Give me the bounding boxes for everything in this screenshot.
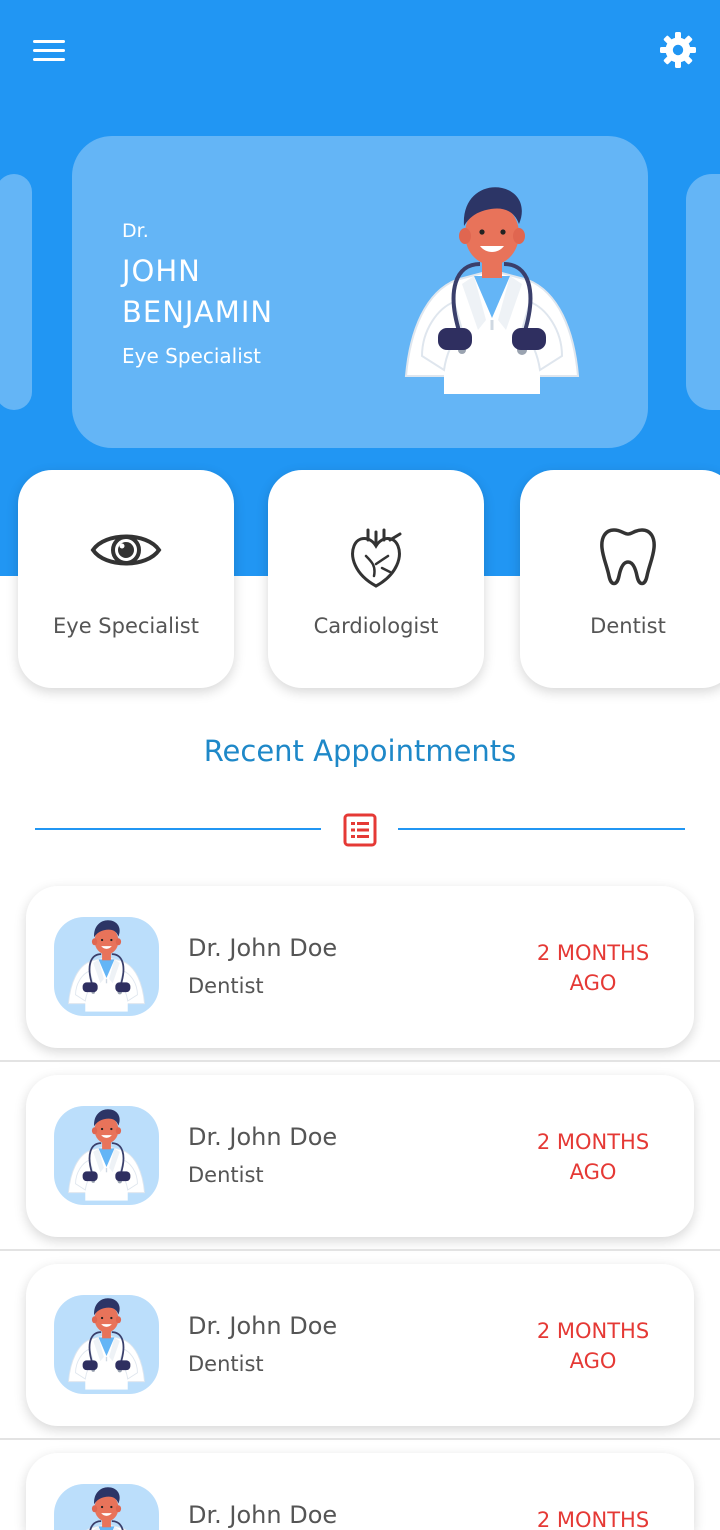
doctor-illustration <box>382 180 602 404</box>
appointment-doctor-name: Dr. John Doe <box>188 1501 338 1529</box>
category-eye-specialist[interactable]: Eye Specialist <box>18 470 234 688</box>
divider-right <box>398 828 685 830</box>
appointment-specialty: Dentist <box>188 1163 264 1187</box>
appointment-time-line1: 2 MONTHS <box>536 1319 650 1343</box>
appointment-time-line1: 2 MONTHS <box>536 941 650 965</box>
carousel-next-card[interactable] <box>686 174 720 410</box>
category-cardiologist[interactable]: Cardiologist <box>268 470 484 688</box>
appointment-time: 2 MONTHS AGO <box>506 1127 680 1187</box>
carousel-previous-card[interactable] <box>0 174 32 410</box>
doctor-avatar <box>54 917 159 1016</box>
list-icon <box>343 813 377 847</box>
doctor-last-name: BENJAMIN <box>122 295 274 329</box>
appointment-doctor-name: Dr. John Doe <box>188 934 338 962</box>
category-dentist[interactable]: Dentist <box>520 470 720 688</box>
appointment-specialty: Dentist <box>188 974 264 998</box>
doctor-first-name: JOHN <box>122 254 201 288</box>
row-separator <box>0 1060 720 1062</box>
recent-appointments-title: Recent Appointments <box>203 734 517 768</box>
doctor-avatar <box>54 1106 159 1205</box>
appointment-time-line2: AGO <box>569 1160 617 1184</box>
appointment-specialty: Dentist <box>188 1352 264 1376</box>
appointment-time-line1: 2 MONTHS <box>536 1130 650 1154</box>
appointment-time-line2: AGO <box>569 1349 617 1373</box>
appointment-time-line1: 2 MONTHS <box>536 1508 650 1530</box>
appointment-time: 2 MONTHS <box>506 1505 680 1530</box>
category-label: Eye Specialist <box>53 614 199 638</box>
category-label: Dentist <box>590 614 666 638</box>
appointment-time-line2: AGO <box>569 971 617 995</box>
heart-icon <box>351 528 402 588</box>
row-separator <box>0 1438 720 1440</box>
gear-icon[interactable] <box>658 30 698 70</box>
appointment-time: 2 MONTHS AGO <box>506 1316 680 1376</box>
appointment-time: 2 MONTHS AGO <box>506 938 680 998</box>
featured-doctor-card[interactable]: Dr. JOHN BENJAMIN Eye Specialist <box>72 136 648 448</box>
row-separator <box>0 1249 720 1251</box>
tooth-icon <box>600 528 656 586</box>
appointment-card[interactable]: Dr. John Doe Dentist 2 MONTHS AGO <box>26 1264 694 1426</box>
doctor-avatar <box>54 1484 159 1530</box>
appointment-card[interactable]: Dr. John Doe Dentist 2 MONTHS AGO <box>26 1075 694 1237</box>
doctor-prefix: Dr. <box>122 220 149 242</box>
doctor-specialty: Eye Specialist <box>122 344 262 368</box>
appointment-doctor-name: Dr. John Doe <box>188 1123 338 1151</box>
appointment-card[interactable]: Dr. John Doe 2 MONTHS <box>26 1453 694 1530</box>
divider-left <box>35 828 321 830</box>
appointment-card[interactable]: Dr. John Doe Dentist 2 MONTHS AGO <box>26 886 694 1048</box>
eye-icon <box>90 534 162 566</box>
appointment-doctor-name: Dr. John Doe <box>188 1312 338 1340</box>
hamburger-menu-icon[interactable] <box>30 34 68 66</box>
category-label: Cardiologist <box>313 614 439 638</box>
doctor-avatar <box>54 1295 159 1394</box>
